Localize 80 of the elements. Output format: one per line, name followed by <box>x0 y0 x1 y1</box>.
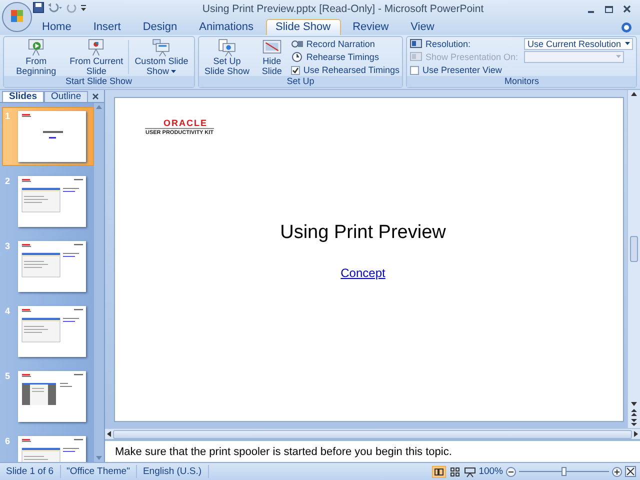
scroll-left-icon <box>107 431 111 437</box>
checkbox[interactable] <box>291 66 300 74</box>
slide-sorter-icon[interactable] <box>448 466 461 478</box>
zoom-out-icon[interactable] <box>506 466 516 476</box>
field-label: Resolution: <box>425 39 472 49</box>
pane-tab[interactable]: Slides <box>2 91 44 102</box>
checkbox-label: Use Presenter View <box>422 65 502 75</box>
next-slide-icon <box>631 419 637 426</box>
slide-number: 4 <box>5 306 12 316</box>
slide-thumbnail[interactable] <box>18 306 86 357</box>
horizontal-scrollbar[interactable] <box>105 428 640 439</box>
close-icon[interactable] <box>622 4 632 14</box>
concept-link[interactable]: Concept <box>340 266 386 280</box>
group-label: Start Slide Show <box>4 76 194 87</box>
vertical-scrollbar[interactable] <box>627 90 640 428</box>
logo-text: ORACLE <box>162 118 208 128</box>
notes-text: Make sure that the print spooler is started before you begin this topic. <box>115 446 452 458</box>
help-icon[interactable] <box>621 22 632 33</box>
ribbon-tab[interactable]: Design <box>132 19 188 35</box>
maximize-icon[interactable] <box>604 4 614 14</box>
slide-counter: Slide 1 of 6 <box>0 465 61 478</box>
zoom-in-icon[interactable] <box>612 466 622 476</box>
slide-number: 3 <box>5 241 12 251</box>
projector-icon <box>216 38 237 57</box>
scroll-down-icon <box>631 402 637 406</box>
ribbon-button[interactable]: Hide Slide <box>254 38 290 76</box>
slide-title: Using Print Preview <box>280 222 446 244</box>
group-label: Monitors <box>407 76 636 87</box>
fit-to-window-icon[interactable] <box>625 466 636 477</box>
slide-thumbnail[interactable] <box>18 371 86 422</box>
group-label: Set Up <box>198 76 402 87</box>
caret-icon <box>625 42 630 46</box>
slide-thumbnail[interactable] <box>18 241 86 292</box>
checkbox[interactable] <box>410 66 420 74</box>
check-icon <box>292 66 300 74</box>
scroll-down-icon <box>96 456 102 460</box>
slide-show-icon[interactable] <box>464 466 476 478</box>
theme-name: "Office Theme" <box>60 465 137 478</box>
scroll-right-icon <box>634 431 638 437</box>
clock-icon <box>291 51 304 63</box>
zoom-level[interactable]: 100% <box>478 466 503 477</box>
projector-icon <box>151 38 172 57</box>
ribbon-button[interactable]: Custom Slide Show <box>132 38 191 76</box>
scroll-thumb-icon <box>630 236 638 262</box>
close-icon[interactable] <box>92 92 99 100</box>
customize-icon[interactable] <box>80 2 87 13</box>
normal-view-icon[interactable] <box>432 466 446 478</box>
monitor-icon <box>410 39 422 49</box>
previous-slide-icon <box>631 409 637 416</box>
pane-tab[interactable]: Outline <box>44 91 88 102</box>
save-icon[interactable] <box>33 2 44 13</box>
ribbon-button[interactable]: From Beginning <box>7 38 66 76</box>
ribbon-tab[interactable]: Home <box>32 19 82 35</box>
slide-number: 1 <box>5 111 12 121</box>
caret-icon <box>616 55 622 59</box>
projector-icon <box>26 38 46 57</box>
dropdown[interactable]: Use Current Resolution <box>524 38 633 50</box>
ribbon-tab[interactable]: Animations <box>189 19 264 35</box>
slide-number: 5 <box>5 371 12 381</box>
ribbon-tab[interactable]: View <box>400 19 444 35</box>
slide-number: 6 <box>5 436 12 446</box>
ribbon-button[interactable]: Rehearse Timings <box>291 51 400 63</box>
window-title: Using Print Preview.pptx [Read-Only] - Microsoft PowerPoint <box>201 3 485 15</box>
slide-number: 2 <box>5 176 12 186</box>
slide-thumbnail[interactable] <box>18 111 86 162</box>
ribbon-tab[interactable]: Insert <box>83 19 131 35</box>
ribbon-tab[interactable]: Slide Show <box>266 19 341 35</box>
scroll-up-icon <box>96 105 102 109</box>
slide-thumbnail[interactable] <box>18 176 86 227</box>
ribbon-button[interactable]: Record Narration <box>291 38 400 50</box>
monitor-icon <box>410 52 422 62</box>
field-label: Show Presentation On: <box>425 52 520 62</box>
checkbox-label: Use Rehearsed Timings <box>303 65 400 75</box>
scroll-up-icon <box>631 92 637 96</box>
ribbon-button[interactable]: From Current Slide <box>67 38 126 76</box>
projector-icon <box>86 38 106 57</box>
language[interactable]: English (U.S.) <box>136 465 209 478</box>
ribbon-tab[interactable]: Review <box>342 19 399 35</box>
microphone-icon <box>291 38 304 50</box>
ribbon-button[interactable]: Set Up Slide Show <box>202 38 252 76</box>
